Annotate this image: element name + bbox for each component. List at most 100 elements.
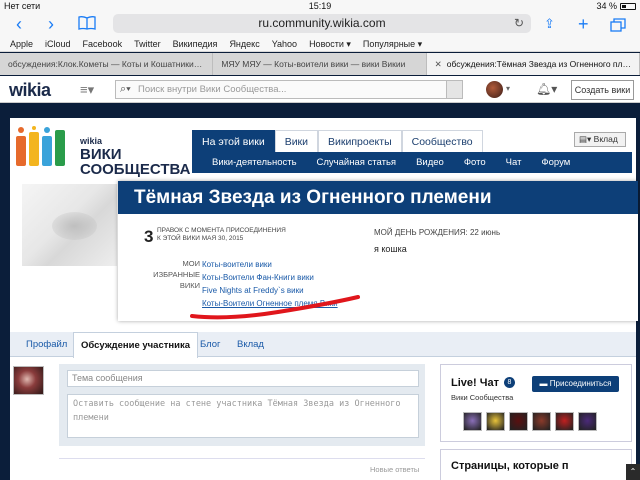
browser-tab[interactable]: МЯУ МЯУ — Коты-воители вики — вики Викии [213,53,427,75]
fav-label-line: МОИ [182,259,200,268]
contributions-dropdown[interactable]: ▤▾ Вклад [574,132,626,147]
nav-tab-on-this-wiki[interactable]: На этой вики [192,130,275,152]
community-logo[interactable]: wikia ВИКИ СООБЩЕСТВА [14,126,190,177]
subnav-chat[interactable]: Чат [496,152,532,173]
bio: я кошка [374,244,407,254]
reload-icon[interactable]: ↻ [514,14,524,33]
favorite-link[interactable]: Яндекс [229,36,259,51]
logo-small: wikia [80,136,103,146]
join-label: Присоединиться [549,379,612,388]
profile-name: Тёмная Звезда из Огненного племени [118,181,638,214]
nav-tab-community[interactable]: Сообщество [401,130,483,152]
page-icon: ▤▾ [579,134,594,144]
new-tab-icon[interactable]: + [578,14,589,34]
subnav-random[interactable]: Случайная статья [307,152,407,173]
favorite-link[interactable]: Популярные ▾ [363,36,422,51]
address-bar[interactable]: ru.community.wikia.com ↻ [113,14,531,33]
wikia-logo[interactable]: wikia [9,80,51,101]
clock: 15:19 [308,1,332,11]
tab-user-talk[interactable]: Обсуждение участника [73,332,198,358]
profile-tabs: Профайл Обсуждение участника Блог Вклад [10,332,636,358]
message-body-input[interactable]: Оставить сообщение на стене участника Тё… [67,394,419,438]
favorite-link[interactable]: Новости ▾ [309,36,351,51]
search-input[interactable]: ⌕▾ Поиск внутри Вики Сообщества... [115,80,463,99]
subject-input[interactable]: Тема сообщения [67,370,419,387]
menu-icon[interactable]: ≡▾ [80,82,94,98]
edit-desc-line: ПРАВОК С МОМЕНТА ПРИСОЕДИНЕНИЯ [157,227,286,234]
notifications-icon[interactable]: 🔔︎▾ [536,82,557,96]
chat-user-avatar[interactable] [532,412,551,431]
favorite-link[interactable]: Википедия [173,36,218,51]
favorite-wikis-label: МОИ ИЗБРАННЫЕ ВИКИ [144,258,200,291]
subnav-photo[interactable]: Фото [454,152,496,173]
battery-percent: 34 % [596,1,617,11]
tabs-icon[interactable] [610,16,626,36]
battery-indicator: 34 % [596,1,636,11]
subnav-video[interactable]: Видео [406,152,454,173]
favorite-link[interactable]: Yahoo [272,36,297,51]
community-logo-icon [16,126,65,166]
popular-pages-module: Страницы, которые п [440,449,632,480]
back-icon[interactable]: ‹ [16,14,22,34]
browser-tab-active[interactable]: ✕ обсуждения:Тёмная Звезда из Огненного п… [426,53,640,75]
tab-contributions[interactable]: Вклад [237,332,264,357]
favorites-bar: Apple iCloud Facebook Twitter Википедия Яндек… [0,36,640,52]
favorite-wiki-link[interactable]: Коты-воители вики [202,258,338,271]
bookmarks-icon[interactable] [78,15,96,35]
chat-user-avatar[interactable] [486,412,505,431]
fav-label-line: ИЗБРАННЫЕ [153,270,200,279]
chat-community: Вики Сообщества [451,393,514,402]
contributions-label: Вклад [593,134,618,144]
favorite-link[interactable]: Twitter [134,36,161,51]
chat-user-avatar[interactable] [555,412,574,431]
tab-title: обсуждения:Тёмная Звезда из Огненного пл… [446,59,640,69]
community-logo-text: wikia ВИКИ СООБЩЕСТВА [80,136,191,178]
logo-line2: СООБЩЕСТВА [80,161,191,178]
red-annotation-stroke [190,295,360,320]
edit-desc-line: К ЭТОЙ ВИКИ МАЯ 30, 2015 [157,235,244,242]
chat-user-avatar[interactable] [578,412,597,431]
favorite-link[interactable]: Facebook [83,36,123,51]
browser-tab[interactable]: обсуждения:Клок.Кометы — Коты и Кошатник… [0,53,214,75]
divider [59,458,425,459]
forward-icon[interactable]: › [48,14,54,34]
edit-count-description: ПРАВОК С МОМЕНТА ПРИСОЕДИНЕНИЯ К ЭТОЙ ВИ… [157,227,286,243]
tab-profile[interactable]: Профайл [26,332,67,357]
chat-users [463,412,597,431]
create-wiki-button[interactable]: Создать вики [571,80,634,100]
nav-tabs: На этой вики Вики Википроекты Сообщество [192,130,632,152]
logo-line1: ВИКИ [80,146,122,163]
search-button[interactable] [446,81,462,98]
module-title: Страницы, которые п [451,460,569,472]
join-chat-button[interactable]: ▬ Присоединиться [532,376,619,392]
nav-tab-wiki[interactable]: Вики [274,130,319,152]
scroll-to-top-button[interactable]: ⌃ [626,464,640,480]
favorite-wiki-link[interactable]: Коты-Воители Фан-Книги вики [202,271,338,284]
chat-module: Live! Чат 8 Вики Сообщества ▬ Присоедини… [440,364,632,442]
newer-replies-link[interactable]: Новые ответы [370,465,419,474]
subnav-forum[interactable]: Форум [531,152,580,173]
user-avatar[interactable] [486,81,503,98]
browser-tabs: обсуждения:Клок.Кометы — Коты и Кошатник… [0,53,640,75]
nav-tab-wikiprojects[interactable]: Википроекты [318,130,402,152]
chat-user-avatar[interactable] [463,412,482,431]
tab-blog[interactable]: Блог [200,332,221,357]
status-bar: Нет сети 15:19 34 % [0,0,640,12]
chat-user-count: 8 [504,377,515,388]
profile-avatar [22,184,117,266]
fav-label-line: ВИКИ [179,281,200,290]
subnav-activity[interactable]: Вики-деятельность [202,152,307,173]
favorite-link[interactable]: iCloud [45,36,71,51]
share-icon[interactable]: ⇪ [544,14,555,34]
close-tab-icon[interactable]: ✕ [435,53,442,75]
avatar [13,366,44,395]
tab-title: МЯУ МЯУ — Коты-воители вики — вики Викии [221,59,406,69]
chevron-down-icon[interactable]: ▾ [506,84,510,93]
message-composer: Тема сообщения Оставить сообщение на сте… [59,364,425,446]
chat-user-avatar[interactable] [509,412,528,431]
page-content: wikia ВИКИ СООБЩЕСТВА На этой вики Вики … [10,118,638,480]
search-placeholder: Поиск внутри Вики Сообщества... [138,84,287,95]
favorite-link[interactable]: Apple [10,36,33,51]
edit-count[interactable]: 3 [144,227,153,247]
search-icon: ⌕▾ [120,83,131,95]
